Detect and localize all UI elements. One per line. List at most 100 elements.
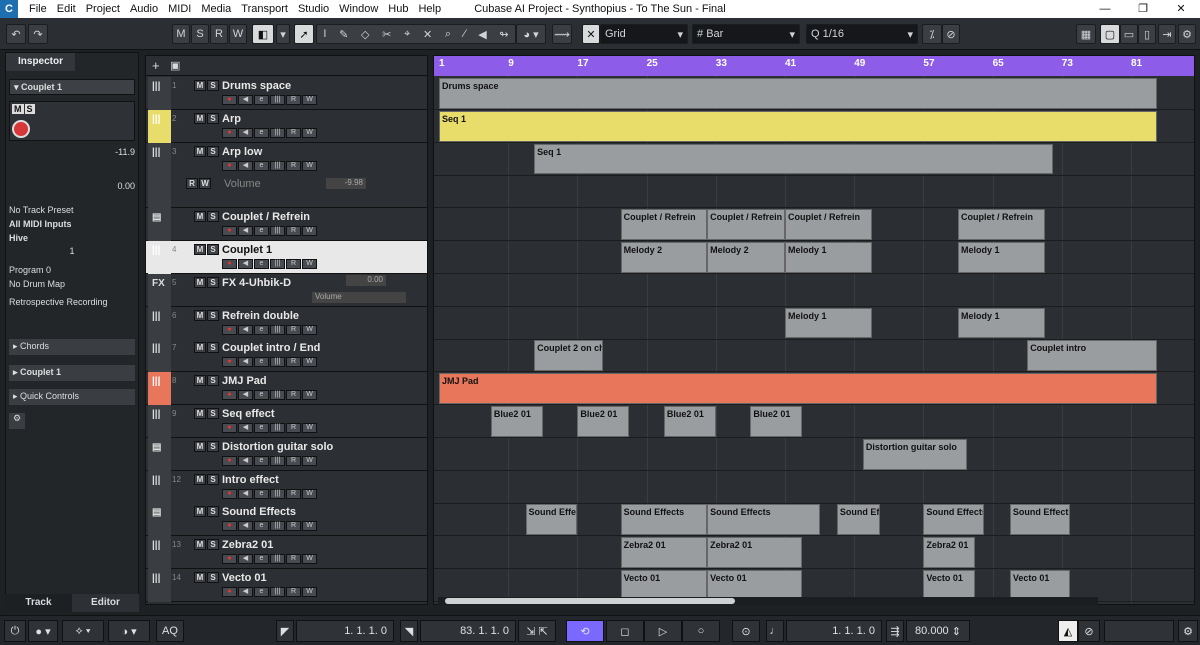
left-locator-icon[interactable]: ◤ [276, 620, 294, 642]
midi-part[interactable]: Sound Effec [525, 504, 578, 536]
range-tool-icon[interactable]: I [323, 28, 326, 40]
timeline-ruler[interactable]: 1 9 17 25 33 41 49 57 65 73 81 [434, 56, 1194, 76]
mute-button[interactable]: M [194, 211, 206, 223]
export-icon[interactable]: ⇥ [1158, 24, 1176, 44]
track-header[interactable]: 4 ||| M S Couplet 1 ● ◀ e ||| R W [146, 241, 427, 274]
monitor-button[interactable]: ◀ [238, 127, 253, 138]
mute-button[interactable]: M [194, 572, 206, 583]
speaker-icon[interactable]: ◀ [478, 28, 486, 41]
gear-icon[interactable]: ⚙ [9, 413, 25, 429]
midi-part[interactable]: Couplet / Refrein [958, 209, 1045, 240]
monitor-button[interactable]: ◀ [238, 259, 253, 269]
midi-part[interactable]: Zebra2 01 [923, 537, 976, 568]
record-enable-button[interactable]: ● [222, 423, 237, 433]
edit-instrument-button[interactable]: e [254, 455, 269, 466]
write-automation-button[interactable]: W [302, 488, 317, 499]
eraser-icon[interactable]: ◇ [361, 28, 369, 41]
write-automation-button[interactable]: W [302, 390, 317, 401]
track-header[interactable]: R W Volume -9.98 [146, 175, 427, 209]
midi-part[interactable]: Melody 1 [958, 307, 1045, 339]
menu-edit[interactable]: Edit [57, 3, 76, 15]
mute-button[interactable]: M [194, 473, 206, 485]
record-enable-button[interactable]: ● [222, 488, 237, 499]
midi-part[interactable]: Couplet 2 on chi [534, 340, 604, 372]
track-name[interactable]: Volume [224, 178, 261, 190]
automation-value[interactable]: -9.98 [326, 178, 366, 190]
midi-part[interactable]: Couplet / Refrein [785, 209, 872, 240]
play-button[interactable]: ▷ [644, 620, 682, 642]
read-automation-button[interactable]: R [186, 178, 198, 190]
tab-editor[interactable]: Editor [72, 594, 139, 612]
record-mode-icon[interactable]: ● ▾ [28, 620, 58, 642]
tab-track[interactable]: Track [5, 594, 72, 612]
edit-instrument-button[interactable]: e [254, 390, 269, 401]
quick-controls-section[interactable]: ▸ Quick Controls [9, 389, 135, 405]
edit-instrument-button[interactable]: e [254, 95, 269, 105]
solo-button[interactable]: S [207, 244, 219, 255]
track-name[interactable]: Arp low [222, 146, 262, 158]
iterative-quantize-icon[interactable]: ⁒ [922, 24, 942, 44]
record-enable-button[interactable]: ● [222, 554, 237, 565]
read-automation-button[interactable]: R [286, 324, 301, 335]
track-header[interactable]: 12 ||| M S Intro effect ● ◀ e ||| R W [146, 470, 427, 504]
track-header[interactable]: 1 ||| M S Drums space ● ◀ e ||| R W [146, 77, 427, 110]
solo-button[interactable]: S [207, 145, 219, 157]
edit-instrument-button[interactable]: e [254, 127, 269, 138]
solo-button[interactable]: S [207, 506, 219, 518]
right-locator[interactable]: 83. 1. 1. 0 [420, 620, 516, 642]
monitor-button[interactable]: ◀ [238, 455, 253, 466]
monitor-button[interactable]: ◀ [238, 226, 253, 237]
track-header[interactable]: 9 ||| M S Seq effect ● ◀ e ||| R W [146, 405, 427, 438]
midi-part[interactable]: Sound Effects [923, 504, 984, 536]
folder-icon[interactable]: ▣ [170, 59, 180, 72]
menu-file[interactable]: File [29, 3, 47, 15]
right-zone-icon[interactable]: ▯ [1138, 24, 1156, 44]
write-automation-button[interactable]: W [302, 127, 317, 138]
lane-button[interactable]: ||| [270, 160, 285, 171]
note-icon[interactable]: ♩ [766, 620, 784, 642]
record-button[interactable]: ○ [682, 620, 720, 642]
edit-instrument-button[interactable]: e [254, 160, 269, 171]
read-automation-button[interactable]: R [286, 554, 301, 565]
retrospective-recording[interactable]: Retrospective Recording [9, 297, 135, 308]
record-enable-button[interactable]: ● [222, 357, 237, 368]
mute-button[interactable]: M [194, 145, 206, 157]
track-lane[interactable] [434, 175, 1194, 209]
monitor-button[interactable]: ◀ [238, 357, 253, 368]
snap-type-select[interactable]: Grid ▾ [600, 24, 688, 44]
solo-button[interactable]: S [207, 112, 219, 124]
tempo-icon[interactable]: ⇶ [886, 620, 904, 642]
track-header[interactable]: ▤ M S Couplet / Refrein ● ◀ e ||| R W [146, 208, 427, 242]
midi-part[interactable]: Couplet / Refrein [707, 209, 785, 240]
solo-mode-button[interactable]: S [191, 24, 209, 44]
drum-map-select[interactable]: No Drum Map [9, 279, 135, 290]
read-automation-button[interactable]: R [286, 423, 301, 433]
mute-button[interactable]: M [194, 112, 206, 124]
grid-type-select[interactable]: # Bar ▾ [692, 24, 800, 44]
read-automation-button[interactable]: R [286, 160, 301, 171]
solo-button[interactable]: S [24, 104, 35, 114]
midi-part[interactable]: Blue2 01 [577, 406, 630, 437]
record-enable-button[interactable] [12, 120, 30, 138]
metronome-mode-icon[interactable]: ⟡ ▾ [62, 620, 104, 642]
mute-button[interactable]: M [194, 244, 206, 255]
track-header[interactable]: 13 ||| M S Zebra2 01 ● ◀ e ||| R W [146, 536, 427, 570]
write-automation-button[interactable]: W [302, 160, 317, 171]
menu-project[interactable]: Project [86, 3, 120, 15]
menu-studio[interactable]: Studio [298, 3, 329, 15]
edit-instrument-button[interactable]: e [254, 488, 269, 499]
read-automation-button[interactable]: R [286, 587, 301, 597]
lower-zone-icon[interactable]: ▭ [1120, 24, 1138, 44]
track-name[interactable]: Distortion guitar solo [222, 441, 333, 453]
read-mode-button[interactable]: R [210, 24, 228, 44]
zoom-icon[interactable]: ⌕ [445, 28, 451, 41]
edit-instrument-button[interactable]: e [254, 521, 269, 532]
write-automation-button[interactable]: W [302, 423, 317, 433]
gear-icon[interactable]: ⚙ [1178, 24, 1196, 44]
project-window[interactable]: 1 9 17 25 33 41 49 57 65 73 81 Drums space Seq 1 Seq… [433, 55, 1195, 605]
write-automation-button[interactable]: W [302, 226, 317, 237]
midi-part[interactable]: Drums space [439, 78, 1157, 109]
mute-button[interactable]: M [194, 506, 206, 518]
pencil-icon[interactable]: ✎ [339, 28, 348, 41]
position-display[interactable]: 1. 1. 1. 0 [786, 620, 882, 642]
